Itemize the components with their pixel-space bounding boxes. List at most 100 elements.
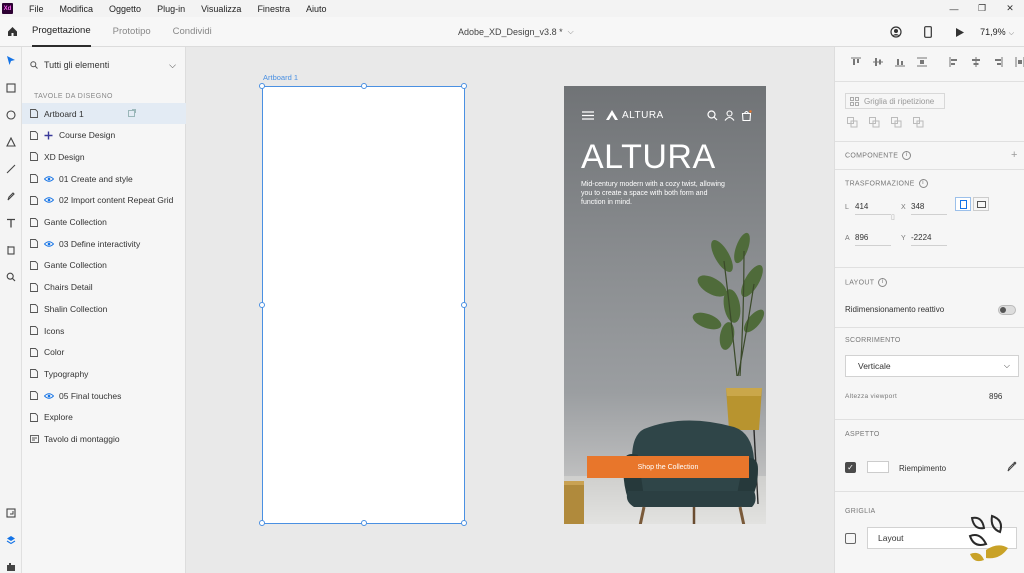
- y-input[interactable]: -2224: [911, 233, 931, 242]
- x-input[interactable]: 348: [911, 202, 924, 211]
- layer-row[interactable]: XD Design: [22, 146, 186, 167]
- union-icon[interactable]: [847, 117, 869, 130]
- align-left-icon[interactable]: [943, 57, 965, 67]
- hamburger-icon[interactable]: [582, 110, 594, 120]
- text-tool[interactable]: [0, 209, 22, 236]
- align-bottom-icon[interactable]: [889, 57, 911, 67]
- layer-row[interactable]: Color: [22, 342, 186, 363]
- landscape-orientation-icon[interactable]: [973, 197, 989, 211]
- artboard-label[interactable]: Artboard 1: [263, 73, 298, 82]
- height-input[interactable]: 896: [855, 233, 868, 242]
- plus-icon[interactable]: [44, 131, 56, 140]
- eyedropper-icon[interactable]: [1007, 461, 1017, 474]
- add-component-icon[interactable]: +: [1011, 149, 1017, 161]
- lock-ratio-icon[interactable]: ▯: [891, 213, 895, 221]
- responsive-resize-toggle[interactable]: [998, 305, 1016, 315]
- menu-edit[interactable]: Modifica: [52, 4, 102, 14]
- layer-row[interactable]: 05 Final touches: [22, 385, 186, 406]
- resize-handle[interactable]: [361, 83, 367, 89]
- scroll-select[interactable]: Verticale ⌵: [845, 355, 1019, 377]
- account-icon[interactable]: [724, 109, 735, 121]
- pen-tool[interactable]: [0, 182, 22, 209]
- home-icon[interactable]: [0, 26, 24, 37]
- layer-filter[interactable]: Tutti gli elementi ⌵: [30, 55, 180, 75]
- layer-row[interactable]: Explore: [22, 407, 186, 428]
- close-button[interactable]: ✕: [996, 0, 1024, 17]
- design-artboard[interactable]: ALTURA ALTURA Mid-century modern with a …: [564, 86, 766, 524]
- grid-checkbox[interactable]: [845, 533, 856, 544]
- layer-row[interactable]: Chairs Detail: [22, 277, 186, 298]
- canvas[interactable]: Artboard 1 ALTURA ALTURA Mid-century mod…: [187, 47, 834, 573]
- resize-handle[interactable]: [259, 520, 265, 526]
- info-icon[interactable]: i: [878, 278, 888, 287]
- fill-color-swatch[interactable]: [867, 461, 889, 473]
- exclude-icon[interactable]: [913, 117, 935, 130]
- align-top-icon[interactable]: [845, 57, 867, 67]
- subtract-icon[interactable]: [869, 117, 891, 130]
- ellipse-tool[interactable]: [0, 101, 22, 128]
- search-icon[interactable]: [707, 109, 718, 121]
- resize-handle[interactable]: [361, 520, 367, 526]
- layer-row[interactable]: Typography: [22, 363, 186, 384]
- tab-prototype[interactable]: Prototipo: [113, 17, 151, 47]
- layers-icon[interactable]: [0, 526, 22, 553]
- minimize-button[interactable]: —: [940, 0, 968, 17]
- portrait-orientation-icon[interactable]: [955, 197, 971, 211]
- align-middle-icon[interactable]: [867, 57, 889, 67]
- menu-help[interactable]: Aiuto: [298, 4, 335, 14]
- layer-row[interactable]: 03 Define interactivity: [22, 233, 186, 254]
- intersect-icon[interactable]: [891, 117, 913, 130]
- layer-row[interactable]: Shalin Collection: [22, 298, 186, 319]
- zoom-tool[interactable]: [0, 263, 22, 290]
- distribute-vertical-icon[interactable]: [911, 57, 933, 67]
- align-right-icon[interactable]: [987, 57, 1009, 67]
- user-icon[interactable]: [880, 26, 912, 38]
- resize-handle[interactable]: [461, 520, 467, 526]
- layer-row[interactable]: 01 Create and style: [22, 168, 186, 189]
- polygon-tool[interactable]: [0, 128, 22, 155]
- maximize-button[interactable]: ❐: [968, 0, 996, 17]
- menu-plugins[interactable]: Plug-in: [149, 4, 193, 14]
- document-title[interactable]: Adobe_XD_Design_v3.8 * ⌵: [458, 17, 574, 47]
- eye-icon[interactable]: [44, 240, 56, 247]
- menu-view[interactable]: Visualizza: [193, 4, 249, 14]
- eye-icon[interactable]: [44, 175, 56, 182]
- layer-row[interactable]: Gante Collection: [22, 255, 186, 276]
- zoom-level[interactable]: 71,9% ⌵: [980, 27, 1014, 38]
- align-center-icon[interactable]: [965, 57, 987, 67]
- resize-handle[interactable]: [461, 302, 467, 308]
- assets-icon[interactable]: [0, 499, 22, 526]
- layer-row[interactable]: Course Design: [22, 125, 186, 146]
- resize-handle[interactable]: [259, 302, 265, 308]
- cart-icon[interactable]: [741, 109, 752, 121]
- tab-share[interactable]: Condividi: [173, 17, 212, 47]
- link-icon[interactable]: [128, 108, 136, 119]
- artboard-tool[interactable]: [0, 236, 22, 263]
- info-icon[interactable]: i: [918, 179, 928, 188]
- play-icon[interactable]: [944, 27, 976, 38]
- info-icon[interactable]: i: [902, 151, 912, 160]
- menu-object[interactable]: Oggetto: [101, 4, 149, 14]
- width-input[interactable]: 414: [855, 202, 868, 211]
- layer-row[interactable]: Gante Collection: [22, 212, 186, 233]
- artboard-1[interactable]: [259, 83, 467, 526]
- layer-row[interactable]: Icons: [22, 320, 186, 341]
- mobile-preview-icon[interactable]: [912, 26, 944, 38]
- layer-row[interactable]: Artboard 1: [22, 103, 186, 124]
- resize-handle[interactable]: [461, 83, 467, 89]
- resize-handle[interactable]: [259, 83, 265, 89]
- rectangle-tool[interactable]: [0, 74, 22, 101]
- layer-row[interactable]: Tavolo di montaggio: [22, 429, 186, 450]
- layer-row[interactable]: 02 Import content Repeat Grid: [22, 190, 186, 211]
- shop-collection-button[interactable]: Shop the Collection: [587, 456, 749, 478]
- select-tool[interactable]: [0, 47, 22, 74]
- viewport-height-input[interactable]: 896: [989, 392, 1002, 401]
- menu-file[interactable]: File: [21, 4, 52, 14]
- repeat-grid-button[interactable]: Griglia di ripetizione: [845, 93, 945, 109]
- eye-icon[interactable]: [44, 197, 56, 203]
- distribute-horizontal-icon[interactable]: [1009, 57, 1024, 67]
- fill-checkbox[interactable]: ✓: [845, 462, 856, 473]
- eye-icon[interactable]: [44, 392, 56, 399]
- menu-window[interactable]: Finestra: [249, 4, 298, 14]
- plugins-icon[interactable]: [0, 553, 22, 573]
